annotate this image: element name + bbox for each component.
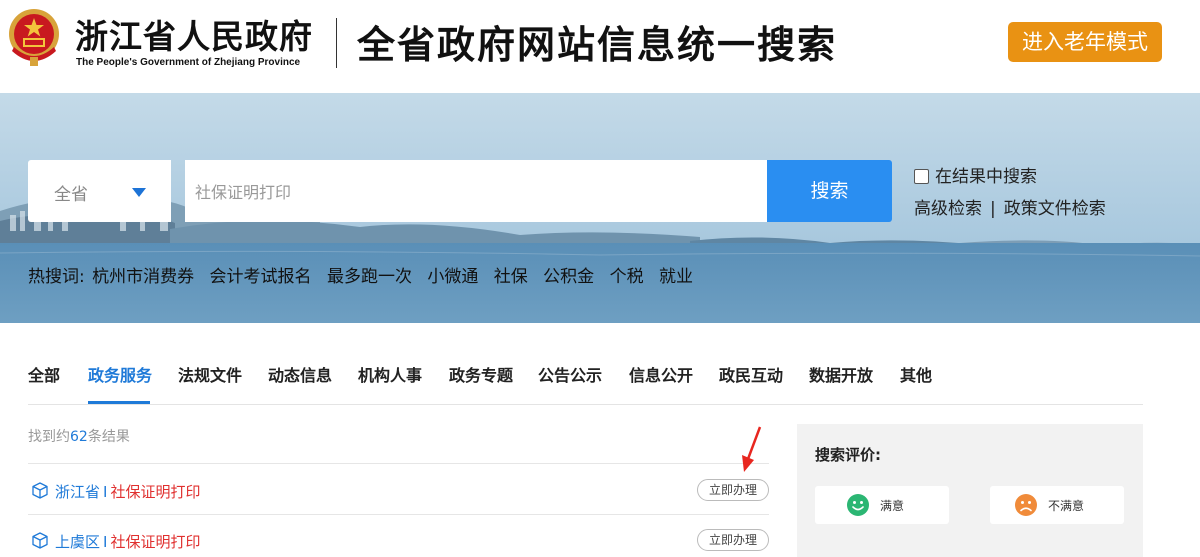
tab-announcements[interactable]: 公告公示 [538,362,602,386]
result-item-name: 社保证明打印 [110,483,201,501]
hotword-link[interactable]: 个税 [610,267,644,287]
unsatisfied-label: 不满意 [1048,499,1085,513]
scope-select[interactable]: 全省 [28,160,171,222]
smile-face-icon [847,494,869,516]
result-item-name: 社保证明打印 [110,533,201,551]
header-divider [336,18,337,68]
frown-face-icon [1015,494,1037,516]
search-input[interactable] [185,160,768,222]
gov-name-cn: 浙江省人民政府 [75,17,313,56]
tab-open-data[interactable]: 数据开放 [809,362,873,386]
tab-other[interactable]: 其他 [900,362,932,386]
result-title-link[interactable]: 浙江省 I 社保证明打印 [55,481,200,502]
handle-now-button[interactable]: 立即办理 [697,529,769,551]
link-separator: | [990,199,996,219]
tab-news[interactable]: 动态信息 [268,362,332,386]
result-item: 浙江省 I 社保证明打印 立即办理 [28,476,769,506]
tab-personnel[interactable]: 机构人事 [358,362,422,386]
elder-mode-button[interactable]: 进入老年模式 [1008,22,1162,62]
tab-all[interactable]: 全部 [28,362,60,386]
site-header: 浙江省人民政府 The People's Government of Zheji… [0,0,1200,93]
result-region: 上虞区 [55,533,101,551]
search-in-results-label: 在结果中搜索 [935,167,1037,187]
satisfied-button[interactable]: 满意 [815,486,949,524]
search-button[interactable]: 搜索 [767,160,892,222]
hotword-link[interactable]: 最多跑一次 [327,267,412,287]
tab-government-services[interactable]: 政务服务 [88,362,152,386]
gov-name-en: The People's Government of Zhejiang Prov… [76,57,301,68]
cube-icon [32,532,48,549]
hotword-link[interactable]: 就业 [659,267,693,287]
handle-now-button[interactable]: 立即办理 [697,479,769,501]
result-separator: I [103,533,108,551]
result-title-link[interactable]: 上虞区 I 社保证明打印 [55,531,200,552]
result-count: 找到约62条结果 [28,426,130,446]
site-title: 全省政府网站信息统一搜索 [357,22,838,67]
result-count-number: 62 [70,429,88,445]
caret-down-icon [132,188,146,197]
result-separator: I [103,483,108,501]
hotwords-label: 热搜词: [28,267,85,287]
hotword-link[interactable]: 杭州市消费券 [92,267,194,287]
result-region: 浙江省 [55,483,101,501]
search-evaluation-panel: 搜索评价: 满意 不满意 [797,424,1143,557]
result-item: 上虞区 I 社保证明打印 立即办理 [28,526,769,556]
tab-regulations[interactable]: 法规文件 [178,362,242,386]
row-divider [28,514,769,515]
search-in-results-option[interactable]: 在结果中搜索 [914,162,1037,187]
tab-interaction[interactable]: 政民互动 [719,362,783,386]
national-emblem-icon [9,9,59,66]
evaluation-title: 搜索评价: [815,446,881,464]
result-count-suffix: 条结果 [87,429,130,445]
row-divider [28,463,769,464]
annotation-arrow-icon [742,426,762,472]
cube-icon [32,482,48,499]
scope-value: 全省 [54,185,88,205]
advanced-search-link[interactable]: 高级检索 [914,199,982,219]
hotwords-bar: 热搜词: 杭州市消费券 会计考试报名 最多跑一次 小微通 社保 公积金 个税 就… [28,262,703,287]
unsatisfied-button[interactable]: 不满意 [990,486,1124,524]
tabs-divider [28,404,1143,405]
tab-info-disclosure[interactable]: 信息公开 [629,362,693,386]
policy-search-link[interactable]: 政策文件检索 [1004,199,1106,219]
hotword-link[interactable]: 小微通 [427,267,478,287]
hotword-link[interactable]: 公积金 [543,267,594,287]
advanced-links: 高级检索 | 政策文件检索 [914,194,1106,219]
satisfied-label: 满意 [880,499,905,513]
search-in-results-checkbox[interactable] [914,169,929,184]
result-count-prefix: 找到约 [28,429,70,445]
tab-topics[interactable]: 政务专题 [449,362,513,386]
hotword-link[interactable]: 社保 [494,267,528,287]
search-banner: 全省 搜索 在结果中搜索 高级检索 | 政策文件检索 热搜词: 杭州市消费券 会计考… [0,93,1200,323]
hotword-link[interactable]: 会计考试报名 [210,267,312,287]
